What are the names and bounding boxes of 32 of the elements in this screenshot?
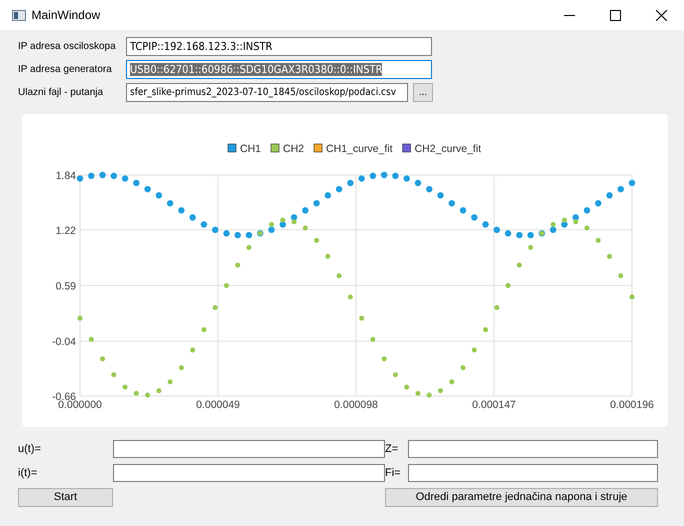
legend-label: CH2 — [283, 143, 304, 155]
axis-label: 0.000000 — [58, 399, 102, 411]
legend-item[interactable]: CH1_curve_fit — [314, 143, 393, 155]
input-field[interactable]: sfer_slike-primus2_2023-07-10_1845/osciloskop/podaci.csv — [126, 83, 408, 102]
start-button[interactable]: Start — [18, 488, 113, 507]
axis-label: 0.000147 — [472, 399, 516, 411]
browse-button[interactable]: ... — [413, 83, 433, 102]
axis-label: 0.000049 — [196, 399, 240, 411]
legend-item[interactable]: CH2_curve_fit — [402, 143, 482, 155]
compute-button[interactable]: Odredi parametre jednačina napona i struje — [385, 488, 658, 507]
window-title: MainWindow — [32, 7, 100, 24]
field-label: u(t)= — [18, 442, 42, 457]
legend-label: CH1_curve_fit — [326, 143, 393, 155]
legend-item[interactable]: CH1 — [228, 143, 262, 155]
field-label: IP adresa generatora — [18, 63, 113, 77]
field-label: Z= — [385, 442, 400, 457]
field-label: i(t)= — [18, 466, 38, 481]
axis-label: 0.000098 — [334, 399, 378, 411]
legend-label: CH2_curve_fit — [414, 143, 482, 155]
legend-item[interactable]: CH2 — [270, 143, 304, 155]
axis-label: 0.59 — [56, 280, 76, 292]
field-label: IP adresa osciloskopa — [18, 40, 117, 54]
input-field[interactable]: TCPIP::192.168.123.3::INSTR — [126, 37, 432, 56]
text-selection: USB0::62701::60986::SDG10GAX3R0380::0::INSTR — [130, 63, 382, 76]
axis-label: 0.000196 — [610, 399, 654, 411]
axis-label: 1.22 — [56, 224, 76, 237]
field-label: Ulazni fajl - putanja — [18, 86, 104, 100]
legend-label: CH1 — [240, 143, 262, 155]
axis-label: -0.04 — [52, 336, 76, 348]
axis-label: 1.84 — [56, 170, 76, 182]
input-field[interactable]: USB0::62701::60986::SDG10GAX3R0380::0::INSTR — [126, 60, 432, 79]
field-label: Fi= — [385, 466, 402, 481]
